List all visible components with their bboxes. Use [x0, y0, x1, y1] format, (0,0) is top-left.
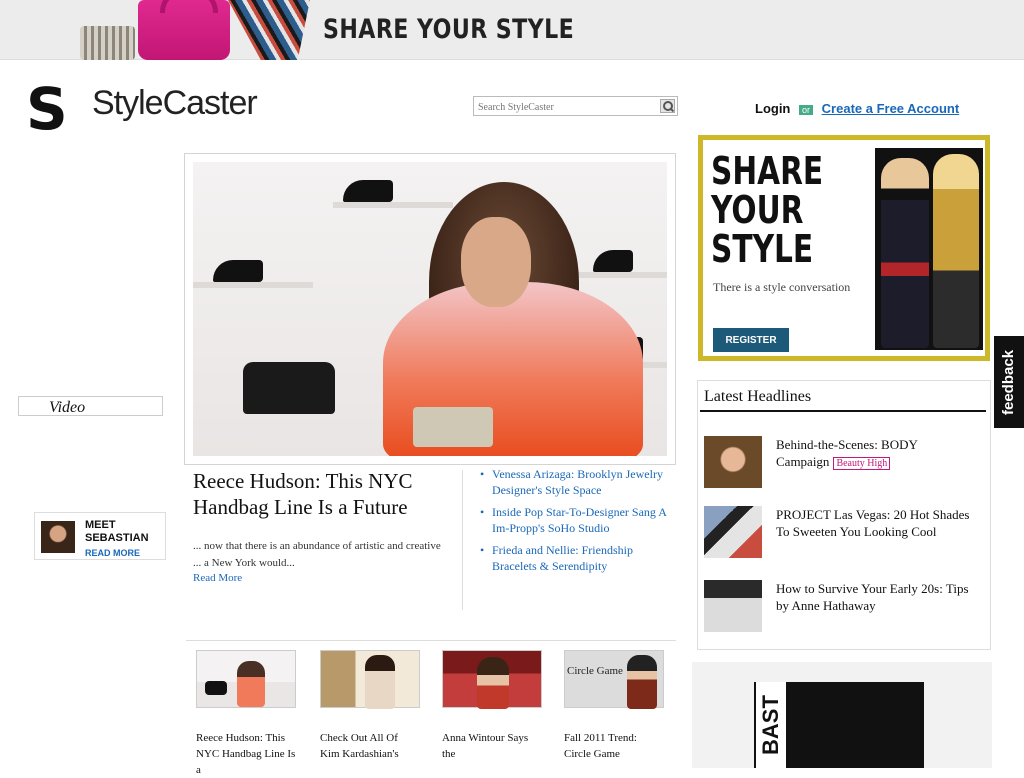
search-input[interactable]	[474, 98, 654, 117]
auth-links: Login or Create a Free Account	[755, 101, 959, 116]
thumb-image[interactable]	[320, 650, 420, 709]
headline-thumb[interactable]	[704, 506, 762, 558]
latest-headlines-title: Latest Headlines	[704, 388, 812, 405]
thumb-image[interactable]	[442, 650, 542, 709]
ad-title: SHARE YOUR STYLE	[711, 149, 824, 271]
pink-bag-image	[138, 0, 230, 60]
bottom-ad-text: BAST	[756, 682, 786, 768]
top-ad-banner[interactable]: SHARE YOUR STYLE	[0, 0, 1024, 60]
share-your-style-ad[interactable]: SHARE YOUR STYLE There is a style conver…	[698, 135, 990, 361]
related-links: Venessa Arizaga: Brooklyn Jewelry Design…	[470, 466, 680, 580]
create-account-link[interactable]: Create a Free Account	[822, 101, 960, 116]
site-logo[interactable]: StyleCaster	[92, 84, 258, 123]
thumb-overlay-text: Circle Game	[567, 665, 623, 677]
banner-title: SHARE YOUR STYLE	[323, 14, 575, 45]
read-more-link[interactable]: Read More	[193, 572, 448, 584]
model-face	[461, 217, 531, 307]
meet-name: MEET SEBASTIAN	[85, 519, 149, 544]
shelf	[193, 282, 313, 288]
black-bag-image	[243, 362, 335, 414]
related-link[interactable]: Venessa Arizaga: Brooklyn Jewelry Design…	[470, 466, 680, 498]
divider	[700, 410, 986, 412]
logo-mark[interactable]: S	[26, 80, 78, 160]
shoe-image	[228, 0, 310, 60]
clutch-image	[413, 407, 493, 447]
divider	[462, 470, 463, 610]
bottom-ad[interactable]: BAST	[692, 662, 992, 768]
bottom-ad-image: BAST	[754, 682, 924, 768]
model-figure	[365, 655, 395, 709]
hero-feature[interactable]	[184, 153, 676, 465]
headline-title[interactable]: PROJECT Las Vegas: 20 Hot Shades To Swee…	[776, 506, 972, 540]
shelf	[333, 202, 453, 208]
ad-photo	[875, 148, 983, 350]
or-badge: or	[799, 105, 814, 115]
bag-figure	[205, 681, 227, 695]
search-icon[interactable]	[660, 99, 675, 113]
hero-caption: Reece Hudson: This NYC Handbag Line Is a…	[193, 468, 448, 584]
headline-thumb[interactable]	[704, 436, 762, 488]
headline-item[interactable]: How to Survive Your Early 20s: Tips by A…	[704, 580, 994, 640]
hero-headline[interactable]: Reece Hudson: This NYC Handbag Line Is a…	[193, 468, 448, 520]
meet-card[interactable]: MEET SEBASTIAN READ MORE	[34, 512, 166, 560]
feedback-tab[interactable]: feedback	[994, 336, 1024, 428]
thumb-caption[interactable]: Reece Hudson: This NYC Handbag Line Is a	[196, 730, 296, 778]
thumb-caption[interactable]: Anna Wintour Says the	[442, 730, 542, 762]
bracelets-image	[80, 26, 135, 60]
headline-text[interactable]: Behind-the-Scenes: BODY Campaign Beauty H…	[776, 436, 972, 472]
shoe-image	[343, 180, 393, 202]
model-figure	[627, 655, 657, 709]
divider	[186, 640, 676, 641]
search-box	[473, 96, 678, 117]
headline-item[interactable]: Behind-the-Scenes: BODY Campaign Beauty H…	[704, 436, 994, 496]
model-figure	[237, 661, 265, 707]
avatar[interactable]	[41, 521, 75, 553]
hero-image[interactable]	[193, 162, 667, 456]
related-link[interactable]: Frieda and Nellie: Friendship Bracelets …	[470, 542, 680, 574]
shoe-image	[213, 260, 263, 282]
thumb-caption[interactable]: Check Out All Of Kim Kardashian's	[320, 730, 420, 762]
model-figure	[477, 657, 509, 709]
thumb-image[interactable]: Circle Game	[564, 650, 664, 709]
nav-video[interactable]: Video	[18, 396, 163, 416]
meet-heading	[34, 460, 168, 482]
meet-read-more-link[interactable]: READ MORE	[85, 548, 140, 558]
headline-title[interactable]: How to Survive Your Early 20s: Tips by A…	[776, 580, 972, 614]
thumb-caption[interactable]: Fall 2011 Trend: Circle Game	[564, 730, 664, 762]
ad-text: There is a style conversation	[713, 280, 851, 294]
hero-excerpt: ... now that there is an abundance of ar…	[193, 540, 441, 569]
register-button[interactable]: REGISTER	[713, 328, 789, 352]
related-link[interactable]: Inside Pop Star-To-Designer Sang A Im-Pr…	[470, 504, 680, 536]
shoe-image	[593, 250, 633, 272]
headline-thumb[interactable]	[704, 580, 762, 632]
login-link[interactable]: Login	[755, 101, 790, 116]
headline-item[interactable]: PROJECT Las Vegas: 20 Hot Shades To Swee…	[704, 506, 994, 566]
model-figure	[881, 158, 929, 348]
category-badge[interactable]: Beauty High	[833, 457, 891, 470]
model-figure	[933, 154, 979, 348]
thumb-image[interactable]	[196, 650, 296, 708]
